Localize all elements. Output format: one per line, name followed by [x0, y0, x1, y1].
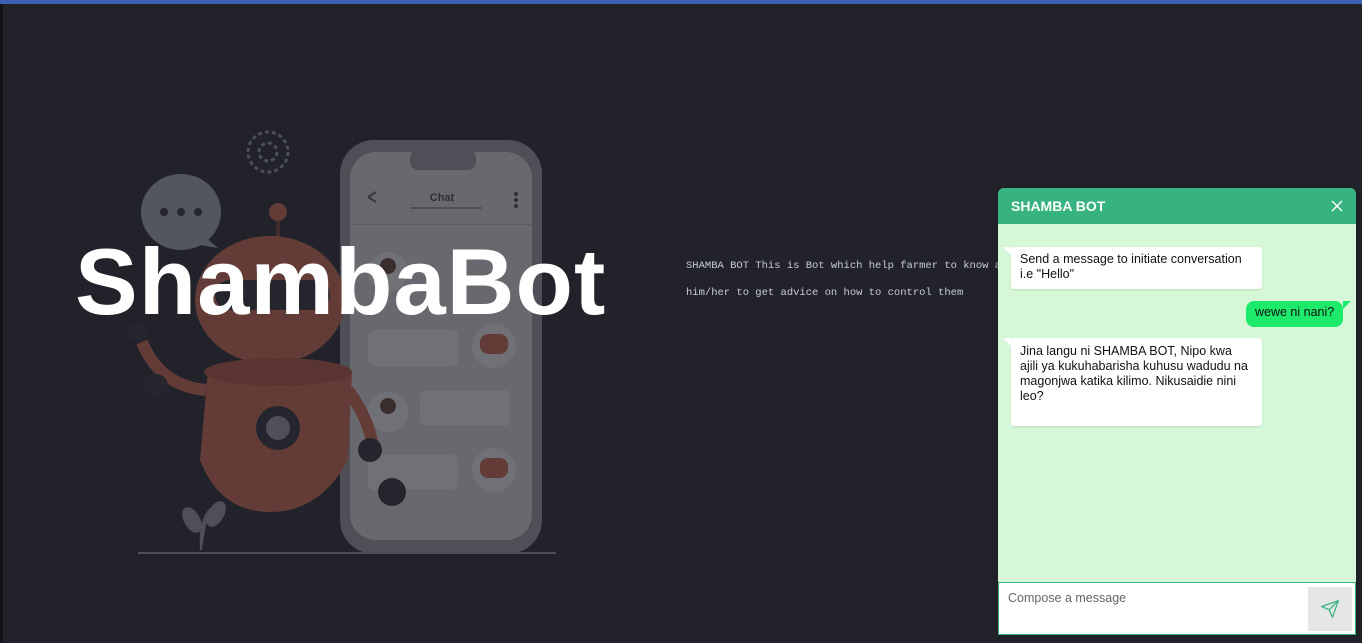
bot-message: Jina langu ni SHAMBA BOT, Nipo kwa ajili…	[1003, 338, 1262, 426]
send-button[interactable]	[1308, 587, 1352, 631]
chat-widget: SHAMBA BOT Send a message to initiate co…	[998, 188, 1356, 635]
user-message: wewe ni nani?	[1246, 301, 1352, 327]
description-line-2: him/her to get advice on how to control …	[686, 287, 964, 299]
bot-message: Send a message to initiate conversation …	[1003, 247, 1262, 289]
send-icon	[1321, 600, 1339, 618]
gear-icon	[246, 130, 290, 174]
chat-header: SHAMBA BOT	[998, 188, 1356, 224]
bot-description: SHAMBA BOT This is Bot which help farmer…	[686, 256, 998, 310]
hero-title: ShambaBot	[75, 229, 607, 334]
robot-phone-illustration: Chat	[128, 130, 556, 554]
top-accent-bar	[0, 0, 1362, 4]
left-edge	[0, 4, 3, 643]
description-line-1: SHAMBA BOT This is Bot which help farmer…	[686, 260, 998, 272]
compose-message-input[interactable]	[999, 583, 1305, 634]
message-composer	[998, 582, 1356, 635]
chat-title: SHAMBA BOT	[1011, 198, 1106, 214]
close-button[interactable]	[1328, 197, 1346, 215]
phone-icon: Chat	[340, 140, 542, 554]
plant-icon	[182, 501, 226, 550]
close-icon	[1331, 200, 1343, 212]
chat-messages: Send a message to initiate conversation …	[998, 224, 1356, 582]
phone-chat-title: Chat	[430, 192, 455, 204]
